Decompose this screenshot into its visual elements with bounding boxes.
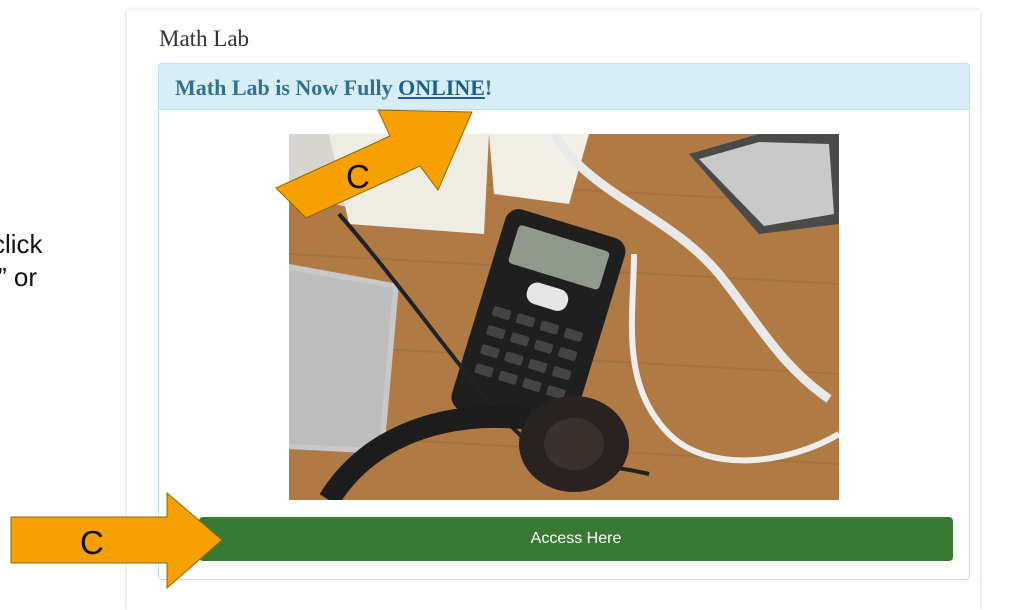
card-header-prefix: Math Lab is Now Fully — [175, 75, 399, 100]
online-link[interactable]: ONLINE — [398, 75, 485, 100]
access-here-button[interactable]: Access Here — [199, 517, 953, 561]
side-text-line-1: click — [0, 229, 43, 259]
math-lab-panel: Math Lab Math Lab is Now Fully ONLINE! A… — [127, 10, 980, 610]
side-instruction-text: click ” or — [0, 228, 130, 294]
card-header-suffix: ! — [484, 75, 493, 100]
annotation-arrow-top-label: C — [346, 158, 370, 195]
annotation-arrow-bottom-label: C — [80, 524, 104, 561]
annotation-arrow-bottom — [10, 492, 223, 589]
side-text-line-2: ” or — [0, 262, 37, 292]
annotation-arrow-top — [275, 109, 473, 219]
panel-title: Math Lab — [159, 26, 250, 51]
